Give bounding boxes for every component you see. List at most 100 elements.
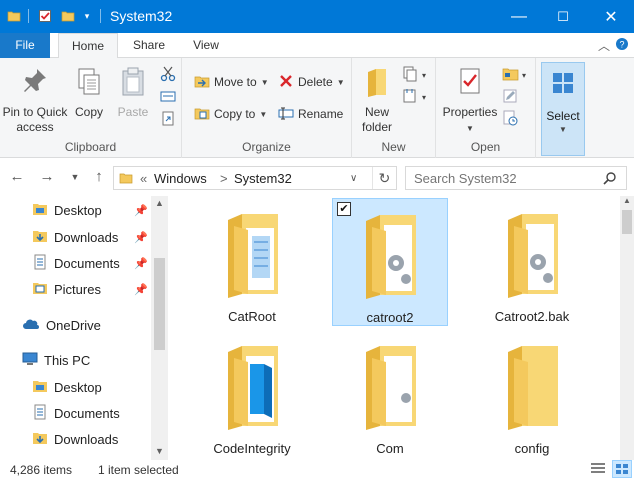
nav-item-this-pc[interactable]: This PC bbox=[22, 349, 90, 371]
scroll-up-icon[interactable]: ▲ bbox=[151, 198, 168, 208]
folder-item-com[interactable]: Com bbox=[332, 334, 448, 460]
pin-icon bbox=[2, 66, 68, 102]
properties-icon bbox=[440, 66, 500, 102]
nav-item-pc-documents[interactable]: Documents bbox=[32, 402, 120, 424]
history-icon[interactable] bbox=[502, 110, 518, 129]
pin-label-line2: access bbox=[16, 120, 54, 134]
selection-checkbox[interactable]: ✔ bbox=[337, 202, 351, 216]
new-folder-button[interactable]: New folder bbox=[356, 66, 398, 135]
back-button[interactable]: ← bbox=[8, 168, 26, 186]
pin-to-quick-access-button[interactable]: Pin to Quick access bbox=[2, 66, 68, 135]
folder-documents-icon bbox=[212, 206, 292, 305]
copy-to-button[interactable]: Copy to ▼ bbox=[194, 104, 267, 124]
recent-locations-button[interactable]: ▼ bbox=[66, 168, 84, 186]
details-view-icon[interactable] bbox=[590, 462, 606, 479]
folder-item-catroot[interactable]: CatRoot bbox=[194, 200, 310, 326]
tab-file[interactable]: File bbox=[0, 33, 50, 58]
open-group: Properties ▼ ▾ Open bbox=[436, 58, 536, 158]
nav-item-desktop[interactable]: Desktop bbox=[32, 199, 102, 221]
address-overflow[interactable]: « bbox=[140, 171, 147, 186]
scroll-down-icon[interactable]: ▼ bbox=[151, 446, 168, 456]
rename-button[interactable]: Rename bbox=[278, 104, 343, 124]
up-button[interactable]: ↑ bbox=[90, 168, 108, 186]
close-button[interactable]: ✕ bbox=[588, 0, 634, 33]
new-item-icon[interactable]: ▾ bbox=[402, 66, 428, 85]
nav-item-onedrive[interactable]: OneDrive bbox=[22, 314, 101, 336]
nav-item-pc-downloads[interactable]: Downloads bbox=[32, 428, 118, 450]
tab-home[interactable]: Home bbox=[58, 33, 118, 59]
content-scrollbar[interactable]: ▲ bbox=[620, 196, 634, 460]
folder-icon[interactable] bbox=[6, 7, 22, 25]
refresh-button[interactable]: ↻ bbox=[372, 167, 396, 189]
copy-to-icon bbox=[194, 105, 210, 124]
downloads-folder-icon bbox=[32, 430, 48, 449]
select-icon bbox=[551, 71, 575, 98]
pin-icon[interactable]: 📌 bbox=[134, 204, 148, 217]
help-icon[interactable]: ? bbox=[615, 37, 629, 54]
breadcrumb-system32[interactable]: System32 bbox=[234, 171, 292, 186]
svg-text:▾: ▾ bbox=[422, 71, 426, 80]
folder-item-catroot2[interactable]: ✔ catroot2 bbox=[332, 198, 448, 326]
maximize-button[interactable]: ☐ bbox=[540, 0, 586, 33]
cut-icon[interactable] bbox=[160, 66, 176, 85]
large-icons-view-icon[interactable] bbox=[612, 460, 632, 478]
folder-item-config[interactable]: config bbox=[474, 334, 590, 460]
properties-button[interactable]: Properties ▼ bbox=[440, 66, 500, 136]
breadcrumb-windows[interactable]: Windows bbox=[154, 171, 207, 186]
pin-icon[interactable]: 📌 bbox=[134, 257, 148, 270]
nav-item-downloads[interactable]: Downloads bbox=[32, 226, 118, 248]
pictures-folder-icon bbox=[32, 280, 48, 299]
tab-share[interactable]: Share bbox=[122, 33, 176, 58]
delete-button[interactable]: Delete ▼ bbox=[278, 72, 345, 92]
scroll-thumb[interactable] bbox=[622, 210, 632, 234]
nav-item-pc-desktop[interactable]: Desktop bbox=[32, 376, 102, 398]
move-to-button[interactable]: Move to ▼ bbox=[194, 72, 269, 92]
nav-pane-scrollbar[interactable]: ▲ ▼ bbox=[151, 196, 168, 460]
open-icon[interactable]: ▾ bbox=[502, 66, 530, 85]
folder-settings-icon bbox=[350, 207, 430, 306]
folder-icon[interactable] bbox=[60, 7, 76, 25]
new-group: New folder ▾ ▾ New bbox=[352, 58, 436, 158]
delete-icon bbox=[278, 73, 294, 92]
minimize-button[interactable]: — bbox=[496, 0, 542, 33]
folder-icon bbox=[119, 171, 133, 188]
address-bar[interactable]: « Windows > System32 ∨ bbox=[113, 166, 397, 190]
collapse-ribbon-icon[interactable]: ︿ bbox=[598, 37, 610, 54]
downloads-folder-icon bbox=[32, 228, 48, 247]
edit-icon[interactable] bbox=[502, 88, 518, 107]
tab-view[interactable]: View bbox=[180, 33, 232, 58]
scroll-up-icon[interactable]: ▲ bbox=[620, 196, 634, 205]
separator bbox=[100, 9, 101, 23]
folder-icon bbox=[492, 338, 572, 437]
nav-item-documents[interactable]: Documents bbox=[32, 252, 120, 274]
checklist-icon[interactable] bbox=[36, 7, 54, 25]
paste-button[interactable]: Paste bbox=[112, 66, 154, 120]
clipboard-group-label: Clipboard bbox=[64, 140, 117, 154]
scroll-thumb[interactable] bbox=[154, 258, 165, 350]
folder-item-codeintegrity[interactable]: CodeIntegrity bbox=[194, 334, 310, 460]
forward-button[interactable]: → bbox=[38, 168, 56, 186]
pin-icon[interactable]: 📌 bbox=[134, 231, 148, 244]
desktop-folder-icon bbox=[32, 201, 48, 220]
folder-document-icon bbox=[212, 338, 292, 437]
folder-item-catroot2-bak[interactable]: Catroot2.bak bbox=[474, 200, 590, 326]
paste-shortcut-icon[interactable] bbox=[160, 110, 176, 129]
pin-icon[interactable]: 📌 bbox=[134, 283, 148, 296]
svg-text:▾: ▾ bbox=[422, 93, 426, 102]
nav-item-pictures[interactable]: Pictures bbox=[32, 278, 101, 300]
breadcrumb-separator[interactable]: > bbox=[220, 171, 228, 186]
rename-icon bbox=[278, 105, 294, 124]
copy-icon bbox=[70, 66, 108, 102]
clipboard-group: Pin to Quick access Copy Paste Clipboard bbox=[0, 58, 182, 158]
search-input[interactable] bbox=[405, 166, 627, 190]
copy-path-icon[interactable] bbox=[160, 88, 176, 107]
easy-access-icon[interactable]: ▾ bbox=[402, 88, 428, 107]
ribbon: Pin to Quick access Copy Paste Clipboard bbox=[0, 58, 634, 158]
address-dropdown-icon[interactable]: ∨ bbox=[350, 173, 357, 184]
move-to-icon bbox=[194, 73, 210, 92]
separator bbox=[28, 9, 29, 23]
search-icon[interactable] bbox=[603, 171, 617, 188]
copy-button[interactable]: Copy bbox=[70, 66, 108, 120]
customize-toolbar-icon[interactable]: ▾ bbox=[80, 7, 94, 25]
select-button[interactable]: Select ▼ bbox=[541, 62, 585, 156]
